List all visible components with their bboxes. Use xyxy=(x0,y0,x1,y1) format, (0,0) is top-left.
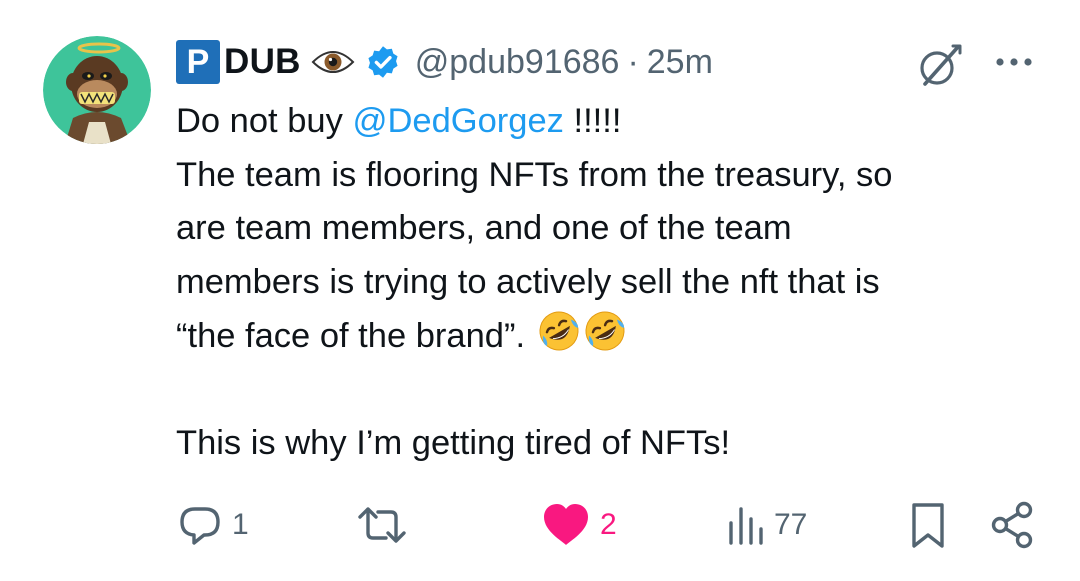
tweet-header: P DUB @pdub91686 · 25m xyxy=(176,36,713,88)
tweet-line-suffix: !!!!! xyxy=(563,102,622,140)
tweet-line-prefix: Do not buy xyxy=(176,102,353,140)
bookmark-icon xyxy=(912,503,944,548)
like-count: 2 xyxy=(600,508,617,541)
name-badge[interactable]: P xyxy=(176,40,220,84)
verified-badge-icon[interactable] xyxy=(365,44,401,80)
tweet-line-text: “the face of the brand”. xyxy=(176,317,526,355)
timestamp[interactable]: 25m xyxy=(647,43,713,82)
tweet-line: The team is flooring NFTs from the treas… xyxy=(176,155,893,194)
views-button[interactable]: 77 xyxy=(726,498,807,552)
mention-link[interactable]: @DedGorgez xyxy=(352,102,563,140)
share-button[interactable] xyxy=(988,498,1036,552)
reply-icon xyxy=(180,507,220,545)
avatar[interactable] xyxy=(43,36,151,144)
eye-icon xyxy=(311,46,355,78)
repost-button[interactable] xyxy=(356,498,408,552)
more-options-icon[interactable] xyxy=(992,52,1036,72)
grok-icon[interactable] xyxy=(913,40,965,92)
ape-avatar-image xyxy=(43,36,151,144)
repost-icon xyxy=(358,507,406,543)
author-name[interactable]: DUB xyxy=(224,42,301,82)
views-icon xyxy=(729,507,763,545)
separator-dot: · xyxy=(627,42,639,81)
bookmark-button[interactable] xyxy=(906,498,950,552)
share-icon xyxy=(991,501,1033,549)
author-handle[interactable]: @pdub91686 xyxy=(415,43,620,82)
reply-button[interactable]: 1 xyxy=(176,498,249,552)
rolling-on-floor-laughing-icon xyxy=(537,309,581,353)
like-button[interactable]: 2 xyxy=(540,498,617,552)
reply-count: 1 xyxy=(232,508,249,541)
tweet-line: are team members, and one of the team xyxy=(176,209,792,247)
tweet-line: This is why I’m getting tired of NFTs! xyxy=(176,424,731,462)
tweet-line: Do not buy @DedGorgez !!!!! xyxy=(176,95,1056,149)
rolling-on-floor-laughing-icon xyxy=(583,309,627,353)
tweet-line: members is trying to actively sell the n… xyxy=(176,262,880,301)
tweet-text: Do not buy @DedGorgez !!!!! The team is … xyxy=(176,95,1056,471)
heart-icon xyxy=(544,504,588,545)
name-badge-letter: P xyxy=(186,42,210,81)
action-bar: 1 2 77 xyxy=(0,498,1080,552)
views-count: 77 xyxy=(774,508,808,541)
tweet-line: “the face of the brand”. xyxy=(176,309,1056,364)
